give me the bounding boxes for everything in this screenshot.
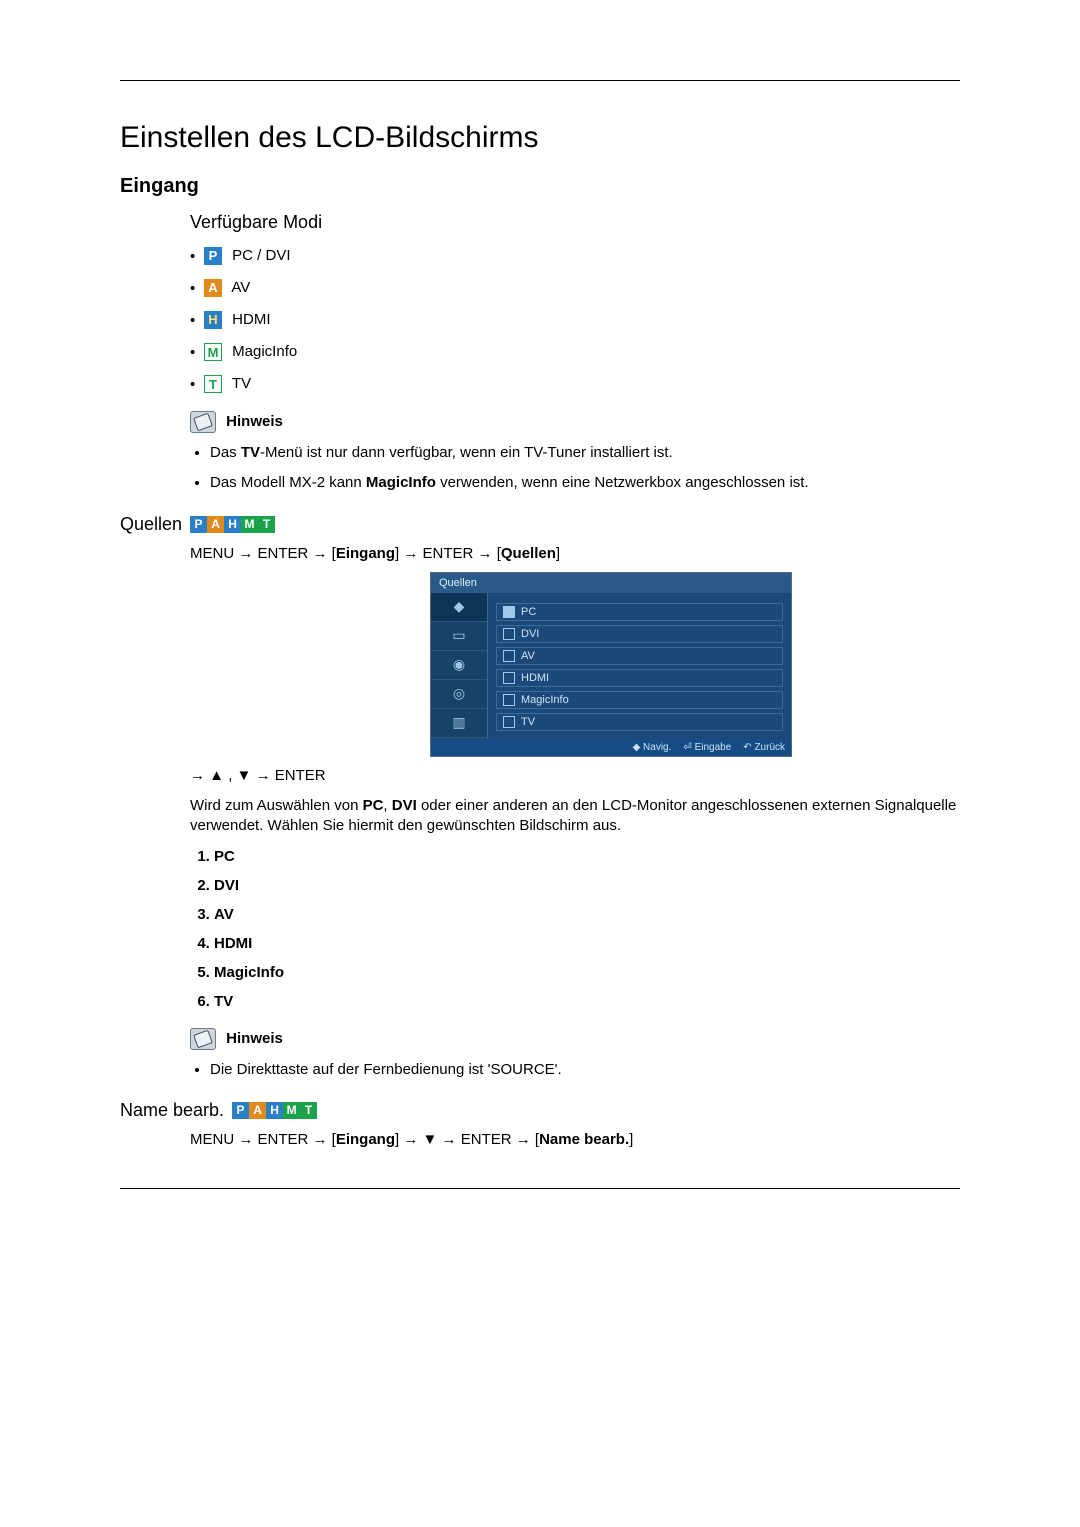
p-icon: P bbox=[204, 247, 222, 265]
osd-item: DVI bbox=[496, 625, 783, 643]
page-title: Einstellen des LCD-Bildschirms bbox=[120, 121, 960, 155]
osd-side-icon: ◎ bbox=[431, 680, 487, 709]
osd-side-icon: ◆ bbox=[431, 593, 487, 622]
hinweis-bullets: Das TV-Menü ist nur dann verfügbar, wenn… bbox=[210, 443, 960, 494]
menu-path-namebearb: MENU → ENTER → [Eingang] → → ENTER → [Na… bbox=[190, 1131, 960, 1148]
document-page: Einstellen des LCD-Bildschirms Eingang V… bbox=[0, 0, 1080, 1527]
osd-side-icon: ◉ bbox=[431, 651, 487, 680]
h-icon: H bbox=[224, 516, 241, 533]
osd-body: ◆ ▭ ◉ ◎ ▥ PC DVI AV HDMI MagicInfo TV bbox=[431, 593, 791, 739]
m-icon: M bbox=[241, 516, 258, 533]
modes-list: •P PC / DVI •A AV •H HDMI •M MagicInfo •… bbox=[190, 247, 960, 393]
osd-sidebar: ◆ ▭ ◉ ◎ ▥ bbox=[431, 593, 488, 739]
hinweis-label: Hinweis bbox=[226, 1030, 283, 1047]
up-arrow-icon bbox=[209, 767, 224, 784]
osd-title: Quellen bbox=[431, 573, 791, 593]
hinweis-item: Das Modell MX-2 kann MagicInfo verwenden… bbox=[210, 473, 960, 493]
section-quellen-row: Quellen PAHMT bbox=[120, 514, 960, 535]
m-icon: M bbox=[283, 1102, 300, 1119]
h-icon: H bbox=[204, 311, 222, 329]
top-rule bbox=[120, 80, 960, 81]
hinweis-bullets: Die Direkttaste auf der Fernbedienung is… bbox=[210, 1060, 960, 1080]
hinweis-label: Hinweis bbox=[226, 413, 283, 430]
section-namebearb-row: Name bearb. PAHMT bbox=[120, 1100, 960, 1121]
t-icon: T bbox=[258, 516, 275, 533]
sources-ordered-list: PC DVI AV HDMI MagicInfo TV bbox=[190, 848, 960, 1010]
mode-pc-dvi: •P PC / DVI bbox=[190, 247, 960, 265]
osd-item: HDMI bbox=[496, 669, 783, 687]
down-arrow-icon bbox=[237, 767, 252, 784]
hinweis-row: Hinweis bbox=[190, 1028, 960, 1050]
osd-footer: ◆ Navig. ⏎ Eingabe ↶ Zurück bbox=[431, 739, 791, 756]
badge-strip: PAHMT bbox=[232, 1102, 317, 1119]
hinweis-item: Die Direkttaste auf der Fernbedienung is… bbox=[210, 1060, 960, 1080]
osd-item: MagicInfo bbox=[496, 691, 783, 709]
list-item: AV bbox=[214, 906, 960, 923]
osd-side-icon: ▥ bbox=[431, 709, 487, 738]
mode-label: PC / DVI bbox=[232, 247, 290, 264]
p-icon: P bbox=[190, 516, 207, 533]
section-namebearb-heading: Name bearb. bbox=[120, 1100, 224, 1121]
nav-line: → , → ENTER bbox=[190, 767, 960, 784]
a-icon: A bbox=[249, 1102, 266, 1119]
list-item: PC bbox=[214, 848, 960, 865]
mode-magicinfo: •M MagicInfo bbox=[190, 343, 960, 361]
mode-hdmi: •H HDMI bbox=[190, 311, 960, 329]
t-icon: T bbox=[300, 1102, 317, 1119]
a-icon: A bbox=[204, 279, 222, 297]
list-item: MagicInfo bbox=[214, 964, 960, 981]
osd-side-icon: ▭ bbox=[431, 622, 487, 651]
subheading-verfuegbare-modi: Verfügbare Modi bbox=[190, 212, 960, 233]
mode-label: AV bbox=[231, 279, 250, 296]
mode-label: HDMI bbox=[232, 311, 270, 328]
note-icon bbox=[190, 411, 216, 433]
osd-screenshot: Quellen ◆ ▭ ◉ ◎ ▥ PC DVI AV HDMI MagicIn… bbox=[430, 572, 792, 757]
bottom-rule bbox=[120, 1188, 960, 1189]
list-item: TV bbox=[214, 993, 960, 1010]
m-icon: M bbox=[204, 343, 222, 361]
section-quellen-heading: Quellen bbox=[120, 514, 182, 535]
section-eingang-heading: Eingang bbox=[120, 175, 960, 198]
mode-label: TV bbox=[232, 375, 251, 392]
osd-item: AV bbox=[496, 647, 783, 665]
osd-item: PC bbox=[496, 603, 783, 621]
badge-strip: PAHMT bbox=[190, 516, 275, 533]
osd-main: PC DVI AV HDMI MagicInfo TV bbox=[488, 593, 791, 739]
list-item: DVI bbox=[214, 877, 960, 894]
menu-path-quellen: MENU → ENTER → [Eingang] → ENTER → [Quel… bbox=[190, 545, 960, 562]
list-item: HDMI bbox=[214, 935, 960, 952]
note-icon bbox=[190, 1028, 216, 1050]
down-arrow-icon bbox=[423, 1131, 438, 1148]
quellen-description: Wird zum Auswählen von PC, DVI oder eine… bbox=[190, 796, 960, 837]
mode-av: •A AV bbox=[190, 279, 960, 297]
p-icon: P bbox=[232, 1102, 249, 1119]
hinweis-row: Hinweis bbox=[190, 411, 960, 433]
mode-label: MagicInfo bbox=[232, 343, 297, 360]
h-icon: H bbox=[266, 1102, 283, 1119]
hinweis-item: Das TV-Menü ist nur dann verfügbar, wenn… bbox=[210, 443, 960, 463]
a-icon: A bbox=[207, 516, 224, 533]
mode-tv: •T TV bbox=[190, 375, 960, 393]
osd-item: TV bbox=[496, 713, 783, 731]
t-icon: T bbox=[204, 375, 222, 393]
